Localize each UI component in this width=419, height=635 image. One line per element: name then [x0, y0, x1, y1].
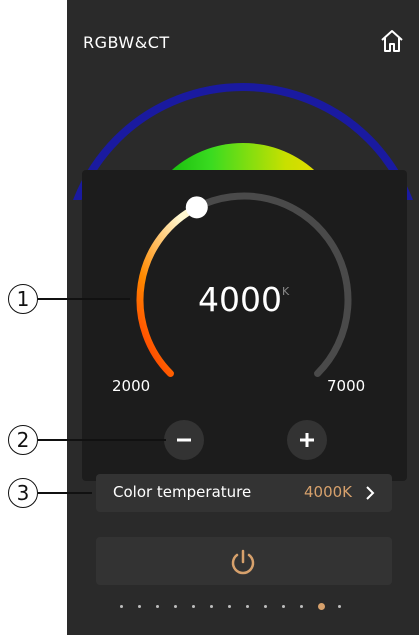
callout-3: 3: [8, 478, 92, 508]
max-temperature-label: 7000: [327, 377, 366, 395]
page-dot[interactable]: [192, 605, 195, 608]
power-icon: [231, 549, 255, 575]
callout-number: 1: [8, 284, 38, 314]
page-title: RGBW&CT: [83, 33, 170, 52]
callout-1: 1: [8, 284, 130, 314]
chevron-right-icon: [366, 486, 375, 500]
page-dot[interactable]: [174, 605, 177, 608]
page-dot[interactable]: [138, 605, 141, 608]
row-label: Color temperature: [113, 483, 252, 501]
home-icon[interactable]: [378, 27, 406, 55]
row-value: 4000K: [304, 483, 353, 501]
page-dot[interactable]: [338, 605, 341, 608]
page-dot[interactable]: [282, 605, 285, 608]
page-dot[interactable]: [210, 605, 213, 608]
page-dot[interactable]: [120, 605, 123, 608]
callout-2: 2: [8, 425, 166, 455]
temperature-unit: K: [282, 285, 290, 298]
page-dot[interactable]: [300, 605, 303, 608]
min-temperature-label: 2000: [112, 377, 151, 395]
callout-number: 2: [8, 425, 38, 455]
leader-line: [38, 298, 130, 300]
temperature-value: 4000: [198, 280, 282, 319]
page-dot[interactable]: [246, 605, 249, 608]
minus-icon: [177, 438, 191, 442]
increase-button[interactable]: [287, 420, 327, 460]
page-dot[interactable]: [156, 605, 159, 608]
power-button[interactable]: [96, 537, 392, 585]
decrease-button[interactable]: [164, 420, 204, 460]
plus-icon: [300, 433, 314, 447]
page-indicator: [120, 603, 356, 610]
callout-number: 3: [8, 478, 38, 508]
page-dot[interactable]: [228, 605, 231, 608]
dial-fill: [136, 203, 201, 378]
page-dot[interactable]: [264, 605, 267, 608]
leader-line: [38, 492, 92, 494]
color-temperature-row[interactable]: Color temperature 4000K: [96, 474, 392, 512]
page-dot-active[interactable]: [318, 603, 325, 610]
dial-knob[interactable]: [185, 196, 208, 219]
leader-line: [38, 439, 166, 441]
